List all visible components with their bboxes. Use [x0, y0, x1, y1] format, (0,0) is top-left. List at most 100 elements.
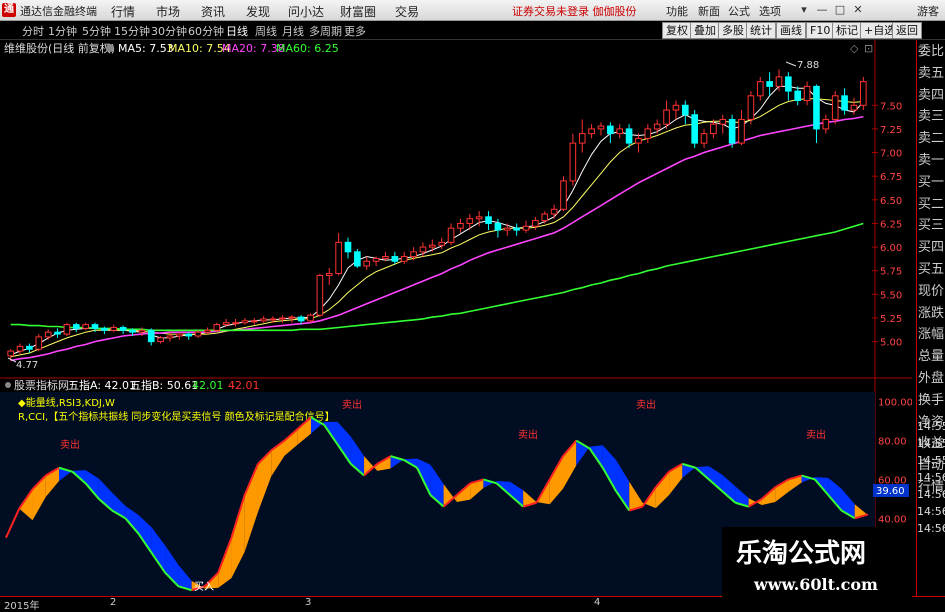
candle[interactable] — [213, 322, 221, 333]
collapse-icon[interactable]: ⊡ — [864, 42, 873, 55]
quote-label: 卖一 — [918, 153, 945, 168]
candle-body — [419, 246, 427, 253]
candle-body — [297, 316, 305, 322]
menu-formula[interactable]: 公式 — [728, 3, 750, 19]
candle-body — [541, 213, 549, 222]
candle-body — [35, 336, 43, 350]
sell-signal: 卖出 — [342, 398, 362, 411]
period-15min[interactable]: 15分钟 — [114, 23, 150, 39]
current-value-label: 39.60 — [876, 486, 905, 497]
draw-line-button[interactable]: 画线 — [776, 22, 806, 39]
settings-dot-icon[interactable] — [106, 44, 114, 52]
period-30min[interactable]: 30分钟 — [151, 23, 187, 39]
low-price-label: 4.77 — [16, 360, 38, 371]
candle-body — [44, 331, 52, 338]
period-monthly[interactable]: 月线 — [282, 23, 304, 39]
menu-options[interactable]: 选项 — [759, 3, 781, 19]
sell-signal: 卖出 — [636, 398, 656, 411]
candle-body — [72, 324, 80, 329]
menu-ask[interactable]: 问小达 — [288, 3, 324, 20]
period-daily[interactable]: 日线 — [226, 23, 248, 39]
ma60-label: MA60: 6.25 — [276, 42, 339, 55]
sell-signal: 卖出 — [60, 438, 80, 451]
sell-signal: 卖出 — [518, 428, 538, 441]
maximize-icon[interactable]: □ — [832, 2, 848, 17]
period-5min[interactable]: 5分钟 — [82, 23, 111, 39]
period-multi[interactable]: 多周期 — [309, 23, 342, 39]
candle-body — [785, 76, 792, 92]
candle-body — [316, 274, 324, 316]
menu-function[interactable]: 功能 — [666, 3, 688, 19]
menu-trade[interactable]: 交易 — [395, 3, 419, 20]
indicator-settings-icon[interactable] — [5, 382, 11, 388]
menu-market[interactable]: 市场 — [156, 3, 180, 20]
x-label-mar: 3 — [305, 597, 312, 608]
candle-body — [850, 104, 858, 111]
period-more[interactable]: 更多 — [344, 23, 366, 39]
candle-body — [494, 222, 502, 231]
minimize-icon[interactable]: — — [814, 2, 830, 17]
candle[interactable] — [560, 176, 567, 212]
candle-body — [644, 128, 652, 139]
candle-body — [569, 142, 577, 182]
candle-body — [7, 350, 14, 357]
skin-icon[interactable]: ▾ — [796, 2, 812, 17]
stock-title: 维维股份(日线 前复权) — [4, 41, 115, 55]
menu-wealth[interactable]: 财富圈 — [340, 3, 376, 20]
overlay-button[interactable]: 叠加 — [690, 22, 720, 39]
candle-body — [204, 329, 211, 333]
candle-body — [560, 180, 567, 210]
menu-new-page[interactable]: 新面 — [698, 3, 720, 19]
sell-signal: 卖出 — [806, 428, 826, 441]
indicator-b: 五指B: 50.61 — [130, 378, 198, 392]
period-weekly[interactable]: 周线 — [255, 23, 277, 39]
candle-body — [522, 225, 530, 231]
candle[interactable] — [691, 110, 698, 148]
candle[interactable] — [747, 91, 755, 125]
candle[interactable] — [860, 76, 867, 110]
time-label: 14:55 — [917, 420, 945, 433]
candle[interactable] — [316, 273, 324, 318]
multi-stock-button[interactable]: 多股 — [718, 22, 748, 39]
candle[interactable] — [831, 91, 839, 125]
indicator-desc-1: ◆能量线,RSI3,KDJ,W — [18, 396, 115, 409]
menu-discover[interactable]: 发现 — [246, 3, 270, 20]
indicator-title: 股票指标网 — [14, 378, 69, 392]
candle-body — [354, 251, 361, 267]
candle[interactable] — [354, 248, 361, 268]
candle-body — [250, 320, 258, 323]
candle-body — [26, 345, 33, 350]
candle-body — [738, 118, 745, 144]
candle-body — [653, 123, 661, 130]
candle[interactable] — [728, 114, 736, 148]
chart-area[interactable]: 维维股份(日线 前复权) MA5: 7.53 MA10: 7.54 MA20: … — [0, 40, 912, 598]
quote-label: 买四 — [918, 240, 945, 256]
guest-label[interactable]: 游客 — [917, 3, 939, 19]
candle-body — [860, 81, 867, 106]
candle-body — [635, 137, 642, 144]
menu-news[interactable]: 资讯 — [201, 3, 225, 20]
ma5-label: MA5: 7.53 — [118, 42, 174, 55]
period-1min[interactable]: 1分钟 — [48, 23, 77, 39]
candle-body — [794, 90, 802, 102]
menu-quotes[interactable]: 行情 — [111, 3, 135, 20]
candle[interactable] — [35, 334, 43, 352]
candle[interactable] — [307, 313, 314, 323]
candle-body — [597, 125, 605, 130]
statistics-button[interactable]: 统计 — [746, 22, 776, 39]
quote-label: 换手 — [918, 392, 945, 408]
close-icon[interactable]: ✕ — [850, 2, 866, 17]
period-tick[interactable]: 分时 — [22, 23, 44, 39]
back-button[interactable]: 返回 — [892, 22, 922, 39]
login-notice[interactable]: 证券交易未登录 伽伽股份 — [512, 3, 637, 19]
diamond-icon[interactable]: ◇ — [850, 42, 859, 55]
f10-button[interactable]: F10 — [806, 22, 835, 39]
restore-right-button[interactable]: 复权 — [662, 22, 692, 39]
candle[interactable] — [63, 322, 71, 336]
candle-body — [269, 318, 277, 321]
mark-button[interactable]: 标记 — [832, 22, 862, 39]
period-60min[interactable]: 60分钟 — [188, 23, 224, 39]
indicator-y-tick: 40.00 — [878, 514, 907, 525]
quote-label: 买二 — [918, 196, 945, 212]
candle-body — [775, 76, 783, 87]
